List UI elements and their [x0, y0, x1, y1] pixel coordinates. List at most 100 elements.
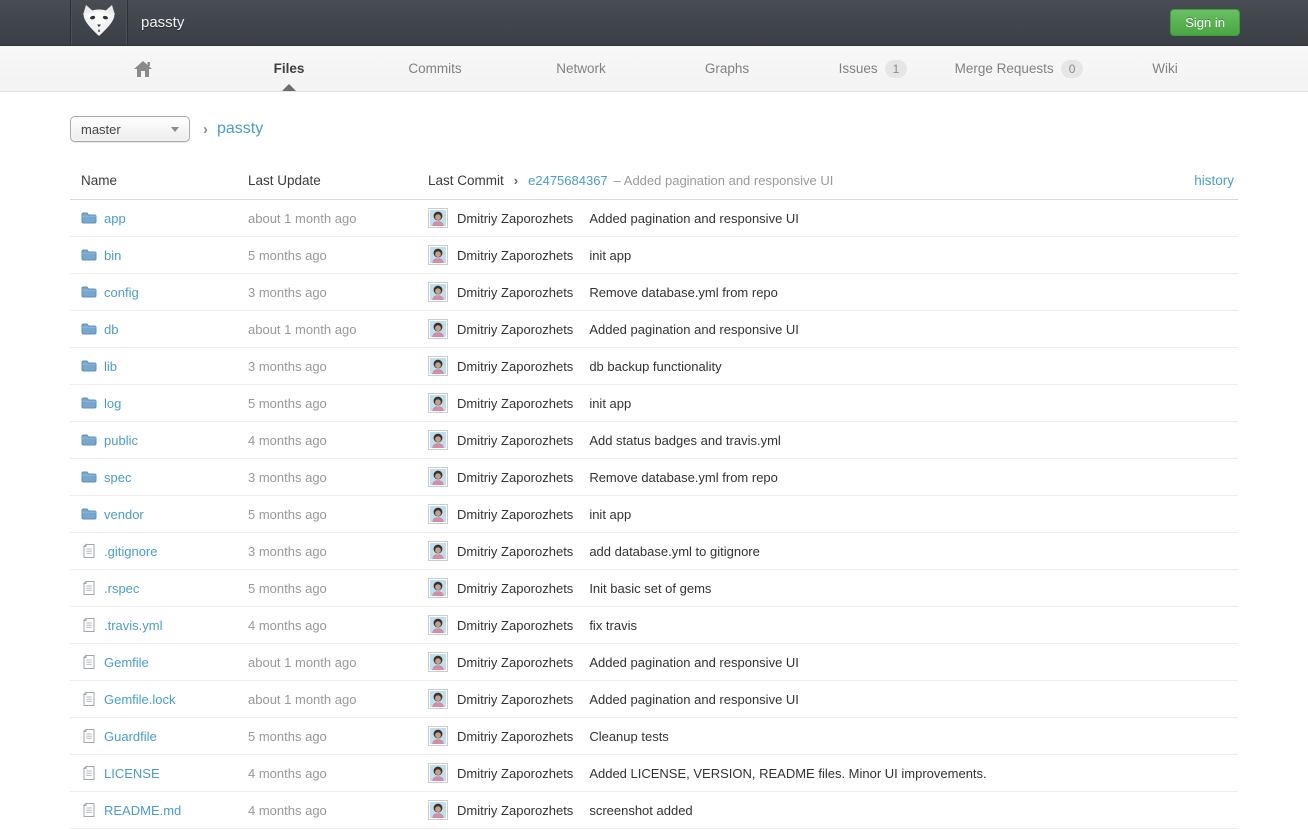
tab-issues[interactable]: Issues 1: [800, 46, 946, 91]
avatar: [428, 541, 448, 561]
file-name-link[interactable]: db: [104, 322, 118, 337]
tab-files[interactable]: Files: [216, 46, 362, 91]
file-name-link[interactable]: .gitignore: [104, 544, 157, 559]
sign-in-button[interactable]: Sign in: [1170, 9, 1240, 36]
commit-sha-link[interactable]: e2475684367: [528, 173, 608, 188]
tab-graphs[interactable]: Graphs: [654, 46, 800, 91]
commit-message: Added pagination and responsive UI: [589, 655, 799, 670]
commit-author: Dmitriy Zaporozhets: [457, 211, 573, 226]
last-update-text: about 1 month ago: [248, 692, 428, 707]
commit-message: Add status badges and travis.yml: [589, 433, 781, 448]
commit-author: Dmitriy Zaporozhets: [457, 766, 573, 781]
file-name-link[interactable]: log: [104, 396, 121, 411]
breadcrumb-project-link[interactable]: passty: [217, 120, 263, 138]
last-update-text: 4 months ago: [248, 803, 428, 818]
table-row: app about 1 month ago Dmitriy Zaporozhet…: [70, 200, 1238, 237]
file-name-link[interactable]: LICENSE: [104, 766, 160, 781]
last-update-text: 4 months ago: [248, 433, 428, 448]
file-name-link[interactable]: spec: [104, 470, 131, 485]
commit-author: Dmitriy Zaporozhets: [457, 618, 573, 633]
avatar: [428, 763, 448, 783]
tab-wiki[interactable]: Wiki: [1092, 46, 1238, 91]
file-name-link[interactable]: Gemfile: [104, 655, 149, 670]
file-name-link[interactable]: vendor: [104, 507, 144, 522]
commit-title: – Added pagination and responsive UI: [614, 173, 834, 188]
tab-network[interactable]: Network: [508, 46, 654, 91]
commit-message: add database.yml to gitignore: [589, 544, 760, 559]
file-name-link[interactable]: .travis.yml: [104, 618, 163, 633]
file-name-link[interactable]: Gemfile.lock: [104, 692, 176, 707]
avatar: [428, 319, 448, 339]
table-row: README.md 4 months ago Dmitriy Zaporozhe…: [70, 792, 1238, 829]
commit-author: Dmitriy Zaporozhets: [457, 692, 573, 707]
file-name-link[interactable]: public: [104, 433, 138, 448]
file-name-link[interactable]: .rspec: [104, 581, 139, 596]
file-icon: [81, 543, 97, 559]
last-update-text: about 1 month ago: [248, 211, 428, 226]
branch-selector-value: master: [81, 122, 121, 137]
tab-label: Merge Requests: [955, 61, 1054, 76]
commit-author: Dmitriy Zaporozhets: [457, 396, 573, 411]
file-name-link[interactable]: config: [104, 285, 139, 300]
project-nav: Files Commits Network Graphs Issues 1 Me…: [0, 46, 1308, 92]
last-update-text: 3 months ago: [248, 470, 428, 485]
commit-author: Dmitriy Zaporozhets: [457, 729, 573, 744]
folder-icon: [81, 506, 97, 522]
file-name-link[interactable]: lib: [104, 359, 117, 374]
table-row: .rspec 5 months ago Dmitriy Zaporozhets …: [70, 570, 1238, 607]
commit-message: init app: [589, 396, 631, 411]
avatar: [428, 800, 448, 820]
header-name: Name: [70, 173, 248, 188]
tab-commits[interactable]: Commits: [362, 46, 508, 91]
file-name-link[interactable]: bin: [104, 248, 121, 263]
branch-selector[interactable]: master: [70, 116, 190, 142]
navbar-left-spacer: [0, 0, 70, 45]
app-logo[interactable]: [70, 0, 128, 45]
commit-author: Dmitriy Zaporozhets: [457, 285, 573, 300]
last-update-text: 3 months ago: [248, 285, 428, 300]
table-row: log 5 months ago Dmitriy Zaporozhets ini…: [70, 385, 1238, 422]
header-last-commit: Last Commit: [428, 173, 504, 188]
table-row: LICENSE 4 months ago Dmitriy Zaporozhets…: [70, 755, 1238, 792]
commit-message: Added pagination and responsive UI: [589, 322, 799, 337]
ref-bar: master › passty: [70, 116, 1238, 142]
commit-message: init app: [589, 248, 631, 263]
commit-author: Dmitriy Zaporozhets: [457, 544, 573, 559]
tab-home[interactable]: [70, 46, 216, 91]
last-update-text: 5 months ago: [248, 248, 428, 263]
tab-merge-requests[interactable]: Merge Requests 0: [946, 46, 1092, 91]
tree-header-row: Name Last Update Last Commit › e24756843…: [70, 163, 1238, 200]
avatar: [428, 282, 448, 302]
folder-icon: [81, 395, 97, 411]
avatar: [428, 356, 448, 376]
tab-bar-inner: Files Commits Network Graphs Issues 1 Me…: [70, 46, 1238, 91]
commit-message: db backup functionality: [589, 359, 721, 374]
table-row: .travis.yml 4 months ago Dmitriy Zaporoz…: [70, 607, 1238, 644]
last-update-text: about 1 month ago: [248, 655, 428, 670]
avatar: [428, 504, 448, 524]
file-name-link[interactable]: README.md: [104, 803, 181, 818]
folder-icon: [81, 469, 97, 485]
file-name-link[interactable]: app: [104, 211, 126, 226]
file-icon: [81, 691, 97, 707]
avatar: [428, 393, 448, 413]
tab-label: Files: [274, 61, 305, 76]
gitlab-fox-logo-icon: [80, 4, 118, 41]
home-icon: [134, 61, 152, 77]
avatar: [428, 652, 448, 672]
commit-message: Init basic set of gems: [589, 581, 711, 596]
last-update-text: 5 months ago: [248, 507, 428, 522]
commit-author: Dmitriy Zaporozhets: [457, 433, 573, 448]
file-icon: [81, 765, 97, 781]
header-last-update: Last Update: [248, 173, 428, 188]
last-update-text: 3 months ago: [248, 544, 428, 559]
tree-body: app about 1 month ago Dmitriy Zaporozhet…: [70, 200, 1238, 829]
table-row: .gitignore 3 months ago Dmitriy Zaporozh…: [70, 533, 1238, 570]
commit-message: Cleanup tests: [589, 729, 669, 744]
history-link[interactable]: history: [1194, 173, 1234, 188]
commit-message: screenshot added: [589, 803, 692, 818]
table-row: vendor 5 months ago Dmitriy Zaporozhets …: [70, 496, 1238, 533]
tab-label: Wiki: [1152, 61, 1178, 76]
file-name-link[interactable]: Guardfile: [104, 729, 157, 744]
last-update-text: 3 months ago: [248, 359, 428, 374]
